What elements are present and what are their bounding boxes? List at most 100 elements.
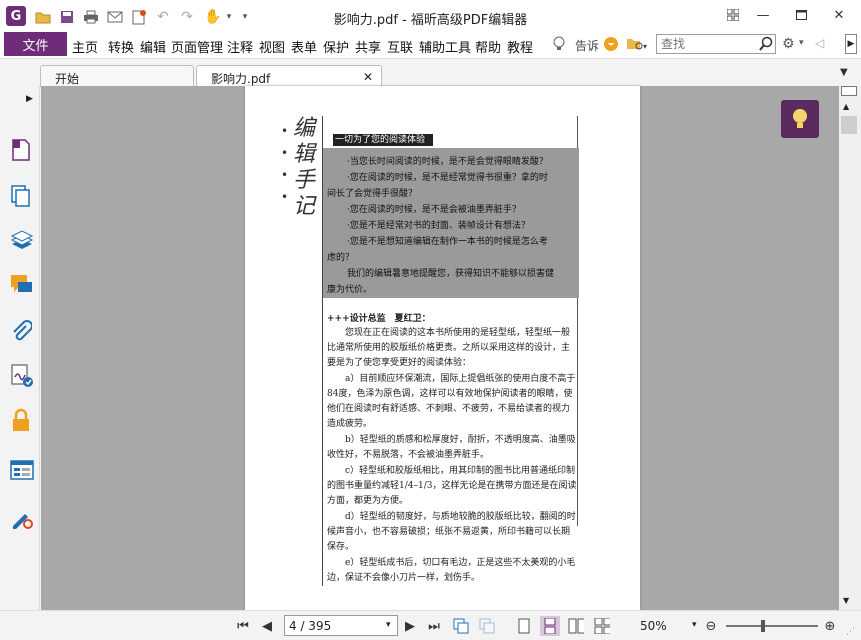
single-page-view-icon[interactable] [516,618,532,634]
svg-text:▾: ▾ [643,42,647,51]
tab-list-dropdown-icon[interactable]: ▼ [840,67,848,78]
scroll-up-icon[interactable]: ▲ [843,102,849,111]
zoom-slider-thumb[interactable] [760,620,765,632]
title-char: 记 [293,194,316,219]
page-dropdown-icon[interactable]: ▾ [386,620,391,630]
paragraph: 您现在正在阅读的这本书所使用的是轻型纸，轻型纸一般比通常所使用的胶版纸价格更贵。… [327,328,571,368]
vertical-scrollbar[interactable]: ▲ ▼ [839,86,861,610]
menu-form[interactable]: 表单 [291,37,317,56]
search-folder-icon[interactable]: ▾ [626,36,648,55]
new-icon[interactable] [130,8,148,26]
menu-home[interactable]: 主页 [72,37,98,56]
customize-icon[interactable]: ▾ [236,8,254,26]
certify-icon[interactable] [10,506,34,530]
title-bullet: • [281,168,289,182]
highlight-line: ·您是不是经常对书的封面、装帧设计有想法？ [347,221,530,231]
highlight-line: ·您在阅读的时候，是不是会被油墨弄脏手？ [347,205,521,215]
ribbon-scroll-left-icon[interactable]: ◁ [815,36,824,50]
first-page-icon[interactable]: ⏮ [235,618,251,634]
redo-icon[interactable]: ↷ [178,8,196,26]
zoom-dropdown-icon[interactable]: ▾ [692,620,697,630]
menu-convert[interactable]: 转换 [108,37,134,56]
form-fields-icon[interactable] [10,460,34,484]
highlight-line: ·当您长时间阅读的时候，是不是会觉得眼睛发酸？ [347,157,548,167]
pages-icon[interactable] [10,184,34,208]
page-banner: 一切为了您的阅读体验 [333,134,433,146]
scroll-down-icon[interactable]: ▼ [843,596,849,605]
title-char: 编 [293,116,316,141]
title-char: 辑 [293,142,316,167]
app-logo[interactable]: G [6,6,26,26]
document-area[interactable]: • • • • 编 辑 手 记 一切为了您的阅读体验 ·当您长时间阅读的时候，是… [41,86,839,610]
signature-icon[interactable] [10,364,34,388]
previous-view-icon[interactable] [453,618,469,634]
title-bar: G ↶ ↷ ✋ ▾ ▾ 影响力.pdf - 福昕高级PDF编辑器 — ✕ [0,0,861,32]
page-thumbnail-icon[interactable] [10,138,34,162]
page-number-input[interactable]: 4 / 395 ▾ [284,615,398,636]
settings-dropdown-icon[interactable]: ▾ [799,38,804,48]
email-icon[interactable] [106,8,124,26]
highlight-line: ·您在阅读的时候，是不是经常觉得书很重？拿的时 [347,173,548,183]
vertical-title: 编 辑 手 记 [293,116,319,220]
menu-tutorial[interactable]: 教程 [507,37,533,56]
last-page-icon[interactable]: ⏭ [426,618,442,634]
print-icon[interactable] [82,8,100,26]
facing-view-icon[interactable] [568,618,584,634]
feedback-icon[interactable] [603,36,619,55]
expand-panel-icon[interactable]: ▶ [26,94,33,104]
menu-edit[interactable]: 编辑 [140,37,166,56]
pdf-page: • • • • 编 辑 手 记 一切为了您的阅读体验 ·当您长时间阅读的时候，是… [245,86,640,610]
attachments-icon[interactable] [10,320,34,344]
menu-page-manage[interactable]: 页面管理 [171,37,223,56]
resize-grip[interactable]: ⋰ [846,627,855,637]
continuous-facing-view-icon[interactable] [594,618,610,634]
menu-help[interactable]: 帮助 [475,37,501,56]
maximize-icon[interactable] [790,6,812,24]
title-bullet: • [281,146,289,160]
zoom-level[interactable]: 50% [640,619,667,633]
paragraph: b）轻型纸的质感和松厚度好，耐折，不透明度高、油墨吸收性好，不易脱落，不会被油墨… [327,435,576,460]
paragraph: c）轻型纸和胶版纸相比，用其印制的图书比用普通纸印制的图书重量约减轻1/4–1/… [327,466,577,506]
comments-icon[interactable] [10,274,34,298]
open-icon[interactable] [34,8,52,26]
lightbulb-tip-icon[interactable] [781,100,819,138]
ribbon-mode-icon[interactable] [722,6,744,24]
tell-me[interactable]: 告诉 [575,37,599,54]
menu-view[interactable]: 视图 [259,37,285,56]
tab-document[interactable]: 影响力.pdf ✕ [196,65,382,87]
lightbulb-hint-icon[interactable] [552,36,566,55]
minimize-icon[interactable]: — [752,6,774,24]
split-view-handle[interactable] [841,86,857,96]
highlight-line: 我们的编辑暑意地提醒您，获得知识不能够以损害健 [347,269,555,279]
zoom-slider[interactable] [726,620,818,632]
next-page-icon[interactable]: ▶ [402,618,418,634]
security-icon[interactable] [10,408,34,432]
gear-icon[interactable]: ⚙ [782,36,795,52]
menu-comment[interactable]: 注释 [227,37,253,56]
tab-start-label: 开始 [55,72,80,86]
tab-start[interactable]: 开始 [40,65,194,87]
next-view-icon[interactable] [479,618,495,634]
close-window-icon[interactable]: ✕ [828,6,850,24]
status-bar: ⏮ ◀ 4 / 395 ▾ ▶ ⏭ 50% ▾ ⊖ ⊕ ⋰ [0,610,861,640]
menu-protect[interactable]: 保护 [323,37,349,56]
scroll-thumb[interactable] [841,116,857,134]
search-icon[interactable] [758,36,774,55]
title-char: 手 [293,168,316,193]
zoom-in-icon[interactable]: ⊕ [822,618,838,634]
tab-bar: 开始 影响力.pdf ✕ ▼ [0,58,861,87]
ribbon-scroll-right-icon[interactable]: ▶ [845,34,857,54]
layers-icon[interactable] [10,230,34,254]
continuous-view-icon[interactable] [540,616,560,636]
highlight-line: 虑的？ [327,253,355,263]
undo-icon[interactable]: ↶ [154,8,172,26]
menu-accessibility[interactable]: 辅助工具 [419,37,471,56]
menu-share[interactable]: 共享 [355,37,381,56]
file-menu[interactable]: 文件 [4,32,67,56]
previous-page-icon[interactable]: ◀ [259,618,275,634]
title-bullet: • [281,190,289,204]
menu-connect[interactable]: 互联 [387,37,413,56]
close-tab-icon[interactable]: ✕ [363,70,373,84]
zoom-out-icon[interactable]: ⊖ [703,618,719,634]
save-icon[interactable] [58,8,76,26]
